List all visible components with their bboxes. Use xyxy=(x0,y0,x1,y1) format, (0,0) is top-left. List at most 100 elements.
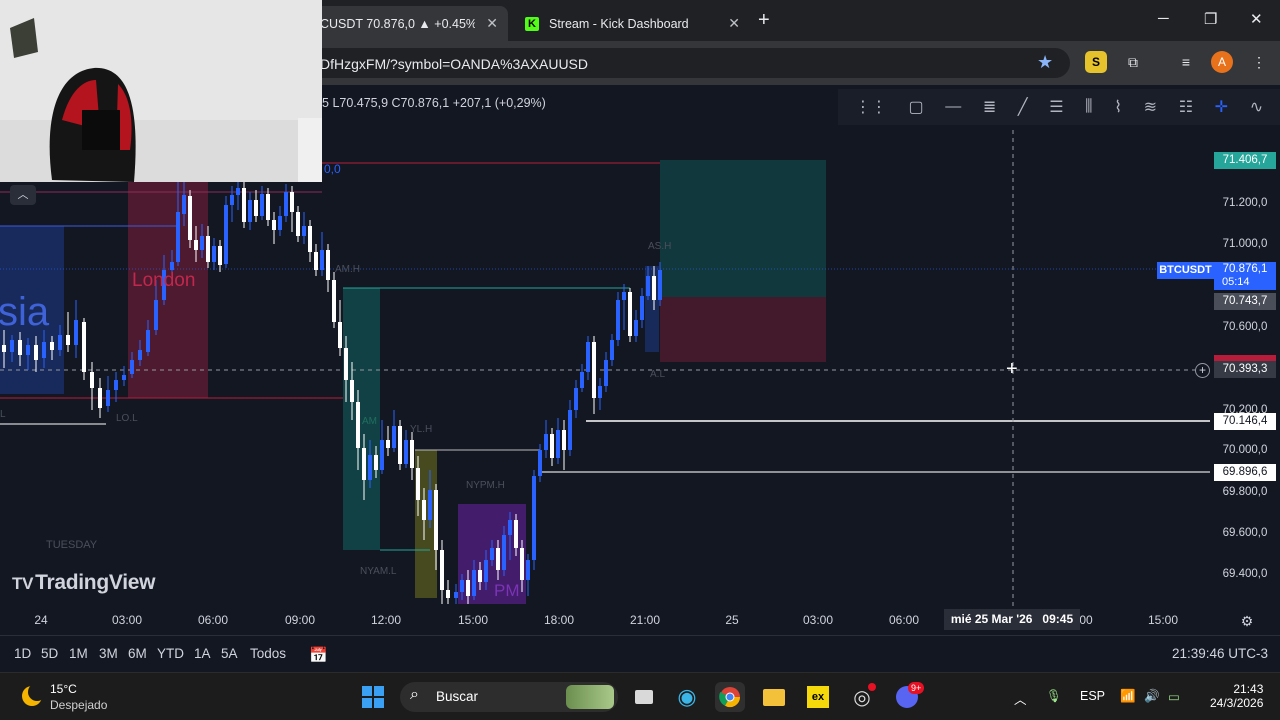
system-clock[interactable]: 21:43 24/3/2026 xyxy=(1210,682,1263,710)
exness-app-icon[interactable]: ex xyxy=(803,682,833,712)
candle-body xyxy=(568,410,572,450)
candle-body xyxy=(242,188,246,222)
level-label-nypm-h: NYPM.H xyxy=(466,480,505,491)
webcam-image xyxy=(0,0,322,182)
close-icon[interactable]: ✕ xyxy=(728,15,740,32)
task-view-icon[interactable] xyxy=(629,682,659,712)
tradingview-logo[interactable]: TVTradingView xyxy=(12,571,155,595)
candle-body xyxy=(562,430,566,450)
bookmark-star-icon[interactable]: ★ xyxy=(1037,52,1053,73)
candle-body xyxy=(314,252,318,270)
candle-body xyxy=(538,450,542,476)
range-button-1a[interactable]: 1A xyxy=(194,646,211,661)
range-button-3m[interactable]: 3M xyxy=(99,646,118,661)
close-window-button[interactable]: ✕ xyxy=(1250,10,1263,28)
crosshair-tool-icon[interactable]: ✛ xyxy=(1215,97,1228,117)
price-tick: 69.600,0 xyxy=(1222,527,1268,539)
more-menu-icon[interactable]: ⋮ xyxy=(1248,51,1270,73)
level-label-am: AM xyxy=(362,416,377,427)
candle-body xyxy=(604,360,608,386)
candle-body xyxy=(556,430,560,458)
candle-body xyxy=(50,342,54,350)
weather-description[interactable]: Despejado xyxy=(50,698,107,712)
level-price-tag: 69.896,6 xyxy=(1214,464,1276,481)
chart-clock[interactable]: 21:39:46 UTC-3 xyxy=(1172,646,1268,661)
candle-body xyxy=(628,292,632,336)
close-icon[interactable]: ✕ xyxy=(486,15,498,32)
candle-body xyxy=(58,335,62,350)
minimize-button[interactable]: ─ xyxy=(1158,10,1169,27)
extension-s-icon[interactable]: S xyxy=(1085,51,1107,73)
range-button-6m[interactable]: 6M xyxy=(128,646,147,661)
candle-body xyxy=(114,380,118,390)
range-button-1m[interactable]: 1M xyxy=(69,646,88,661)
current-price: 70.876,1 xyxy=(1222,263,1268,275)
time-tick: 25 xyxy=(725,613,739,627)
candle-body xyxy=(42,342,46,358)
chrome-browser-icon[interactable] xyxy=(715,682,745,712)
candle-body xyxy=(308,226,312,252)
candle-body xyxy=(154,300,158,330)
tab-tradingview[interactable]: CUSDT 70.876,0 ▲ +0.45% Si ✕ xyxy=(310,6,508,41)
wave-tool-icon[interactable]: ∿ xyxy=(1250,97,1263,117)
search-label: Buscar xyxy=(436,689,479,704)
candle-body xyxy=(176,212,180,262)
candle-body xyxy=(130,360,134,374)
add-alert-plus-icon[interactable]: + xyxy=(1195,363,1210,378)
candle-body xyxy=(260,194,264,216)
show-hidden-icons-chevron-icon[interactable]: ︿ xyxy=(1014,689,1027,708)
system-date: 24/3/2026 xyxy=(1210,696,1264,710)
candle-body xyxy=(592,342,596,398)
wifi-icon[interactable]: 📶 xyxy=(1120,689,1136,704)
restore-button[interactable]: ❐ xyxy=(1204,10,1217,28)
candle-body xyxy=(98,388,102,408)
candle-body xyxy=(490,548,494,560)
candle-body xyxy=(574,388,578,410)
range-button-5a[interactable]: 5A xyxy=(221,646,238,661)
weather-temperature[interactable]: 15°C xyxy=(50,682,77,696)
candle-body xyxy=(138,350,142,360)
candle-body xyxy=(368,455,372,480)
candle-body xyxy=(398,426,402,464)
candle-body xyxy=(416,468,420,500)
time-tick: 03:00 xyxy=(802,613,834,627)
battery-icon[interactable]: ▭ xyxy=(1168,689,1180,704)
price-tick: 71.200,0 xyxy=(1222,197,1268,209)
new-tab-button[interactable]: + xyxy=(758,9,770,32)
volume-icon[interactable]: 🔊 xyxy=(1144,689,1160,704)
calendar-icon[interactable]: 📅 xyxy=(309,646,328,664)
candle-body xyxy=(446,590,450,598)
search-icon: ⌕ xyxy=(410,686,419,703)
settings-gear-icon[interactable]: ⚙ xyxy=(1241,613,1254,630)
windows-start-icon[interactable] xyxy=(358,682,388,712)
level-label-l: L xyxy=(0,409,6,420)
candle-body xyxy=(410,440,414,468)
taskbar-search[interactable]: ⌕ Buscar xyxy=(400,682,618,712)
microphone-icon[interactable]: 🎙 xyxy=(1046,689,1062,704)
candle-body xyxy=(302,226,306,236)
range-button-1d[interactable]: 1D xyxy=(14,646,31,661)
tab-title: CUSDT 70.876,0 ▲ +0.45% Si xyxy=(320,16,475,31)
time-axis[interactable]: 24 03:00 06:00 09:00 12:00 15:00 18:00 2… xyxy=(0,607,1280,633)
language-indicator[interactable]: ESP xyxy=(1080,689,1105,703)
candle-body xyxy=(74,320,78,345)
file-explorer-icon[interactable] xyxy=(759,682,789,712)
tab-kick-dashboard[interactable]: K Stream - Kick Dashboard ✕ xyxy=(515,6,750,41)
range-button-ytd[interactable]: YTD xyxy=(157,646,184,661)
candle-body xyxy=(598,386,602,398)
tradingview-logo-icon: TV xyxy=(12,574,34,593)
candle-body xyxy=(356,402,360,448)
extensions-puzzle-icon[interactable]: ⧉ xyxy=(1122,51,1144,73)
range-button-5d[interactable]: 5D xyxy=(41,646,58,661)
candle-body xyxy=(622,292,626,300)
candle-body xyxy=(496,548,500,570)
collapse-chevron-icon[interactable]: ︿ xyxy=(10,185,36,205)
price-tick: 69.400,0 xyxy=(1222,568,1268,580)
url-text[interactable]: DfHzgxFM/?symbol=OANDA%3AXAUUSD xyxy=(320,56,588,72)
edge-browser-icon[interactable]: ◉ xyxy=(672,682,702,712)
time-tick: 18:00 xyxy=(543,613,575,627)
range-button-all[interactable]: Todos xyxy=(250,646,286,661)
avatar[interactable]: A xyxy=(1211,51,1233,73)
candle-body xyxy=(634,320,638,336)
media-control-icon[interactable]: ≡ xyxy=(1175,51,1197,73)
